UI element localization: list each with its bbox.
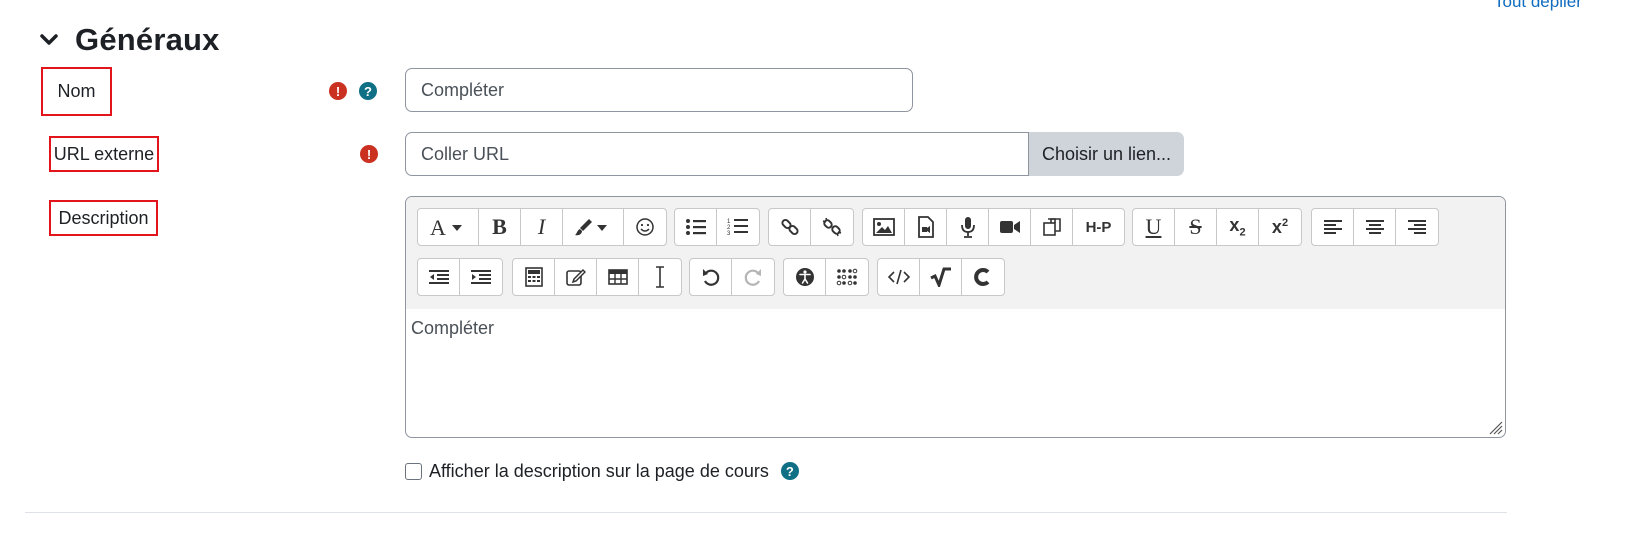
italic-icon[interactable]: I (521, 209, 563, 245)
text-cursor-icon[interactable] (639, 259, 681, 295)
chevron-down-icon[interactable] (38, 29, 60, 51)
show-description-label[interactable]: Afficher la description sur la page de c… (429, 461, 769, 482)
name-label: Nom (41, 67, 112, 116)
h5p-text: H-P (1085, 218, 1112, 236)
section-header[interactable]: Généraux (38, 20, 220, 60)
show-description-checkbox[interactable] (405, 462, 422, 480)
bold-icon[interactable]: B (479, 209, 521, 245)
table-icon[interactable] (597, 259, 639, 295)
square-root-icon[interactable] (920, 259, 962, 295)
description-label: Description (49, 200, 158, 236)
editor-content[interactable]: Compléter (411, 318, 494, 339)
url-input[interactable] (405, 132, 1029, 176)
align-right-icon[interactable] (1396, 209, 1438, 245)
media-icon[interactable] (905, 209, 947, 245)
choose-link-button[interactable]: Choisir un lien... (1029, 132, 1184, 176)
resize-handle-icon[interactable] (1487, 419, 1503, 435)
toolbar-group-accessibility (783, 258, 869, 296)
toolbar-group-history (689, 258, 775, 296)
toolbar-group-lists: 123 (674, 208, 760, 246)
toolbar-group-insert (512, 258, 682, 296)
required-icon: ! (360, 145, 378, 163)
underline-icon[interactable]: U (1133, 209, 1175, 245)
toolbar-group-align (1311, 208, 1439, 246)
undo-icon[interactable] (690, 259, 732, 295)
redo-icon[interactable] (732, 259, 774, 295)
toolbar-group-links (768, 208, 854, 246)
image-icon[interactable] (863, 209, 905, 245)
description-editor[interactable]: A B I 123 H-P U S x2 x2 Compléter (405, 196, 1506, 438)
bulleted-list-icon[interactable] (675, 209, 717, 245)
code-icon[interactable] (878, 259, 920, 295)
svg-text:3: 3 (727, 231, 731, 237)
help-icon[interactable]: ? (359, 82, 377, 100)
superscript-icon[interactable]: x2 (1259, 209, 1301, 245)
numbered-list-icon[interactable]: 123 (717, 209, 759, 245)
emoji-icon[interactable] (624, 209, 666, 245)
indent-icon[interactable] (460, 259, 502, 295)
braille-icon[interactable] (826, 259, 868, 295)
editor-toolbar: A B I 123 H-P U S x2 x2 (406, 197, 1505, 309)
outdent-icon[interactable] (418, 259, 460, 295)
accessibility-icon[interactable] (784, 259, 826, 295)
toolbar-group-style: A B I (417, 208, 667, 246)
link-icon[interactable] (769, 209, 811, 245)
strikethrough-icon[interactable]: S (1175, 209, 1217, 245)
toolbar-group-indent (417, 258, 503, 296)
svg-text:A: A (430, 216, 446, 238)
font-size-icon[interactable]: A (418, 209, 479, 245)
url-label: URL externe (49, 136, 159, 172)
video-camera-icon[interactable] (989, 209, 1031, 245)
microphone-icon[interactable] (947, 209, 989, 245)
toolbar-group-tools (877, 258, 1005, 296)
required-icon: ! (329, 82, 347, 100)
section-divider (25, 512, 1507, 513)
name-input[interactable] (405, 68, 913, 112)
unlink-icon[interactable] (811, 209, 853, 245)
expand-all-link[interactable]: Tout déplier (1494, 0, 1582, 12)
toolbar-group-format: U S x2 x2 (1132, 208, 1302, 246)
subscript-icon[interactable]: x2 (1217, 209, 1259, 245)
copy-icon[interactable] (1031, 209, 1073, 245)
toolbar-group-media: H-P (862, 208, 1125, 246)
h5p-icon[interactable]: H-P (1073, 209, 1124, 245)
help-icon[interactable]: ? (780, 462, 799, 480)
align-center-icon[interactable] (1354, 209, 1396, 245)
paintbrush-icon[interactable] (563, 209, 624, 245)
calculator-icon[interactable] (513, 259, 555, 295)
align-left-icon[interactable] (1312, 209, 1354, 245)
edit-icon[interactable] (555, 259, 597, 295)
section-title: Généraux (75, 22, 220, 57)
show-description-row: Afficher la description sur la page de c… (405, 460, 799, 482)
chemistry-icon[interactable] (962, 259, 1004, 295)
